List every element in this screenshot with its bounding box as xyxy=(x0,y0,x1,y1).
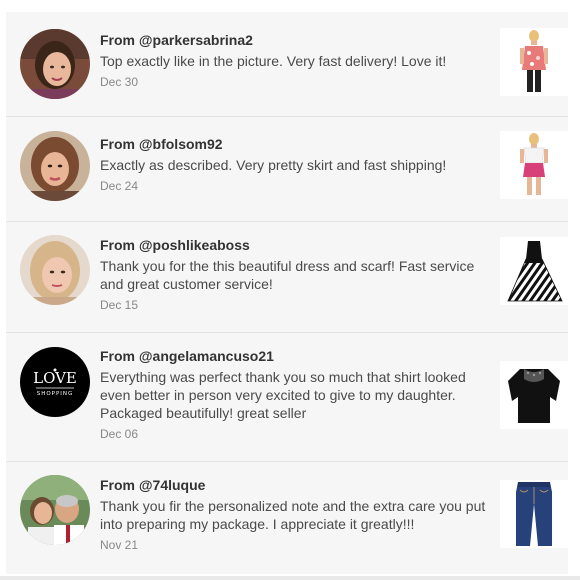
review-date: Nov 21 xyxy=(100,538,139,552)
review-date: Dec 30 xyxy=(100,75,139,89)
review-card: From @74luque Thank you fir the personal… xyxy=(6,462,568,574)
review-username[interactable]: From @parkersabrina2 xyxy=(100,31,490,49)
logo-text-love: LOVE xyxy=(33,369,77,387)
bottom-border xyxy=(0,576,580,580)
review-card: From @bfolsom92 Exactly as described. Ve… xyxy=(6,117,568,221)
review-username[interactable]: From @74luque xyxy=(100,476,490,494)
black-lace-shirt-icon[interactable] xyxy=(500,361,568,429)
review-text: Top exactly like in the picture. Very fa… xyxy=(100,53,447,69)
avatar[interactable] xyxy=(20,29,90,99)
review-content: From @parkersabrina2 Top exactly like in… xyxy=(100,31,490,90)
review-text: Thank you for the this beautiful dress a… xyxy=(100,258,475,292)
review-content: From @74luque Thank you fir the personal… xyxy=(100,476,490,553)
review-username[interactable]: From @poshlikeaboss xyxy=(100,236,490,254)
review-text: Thank you fir the personalized note and … xyxy=(100,498,486,532)
avatar[interactable] xyxy=(20,131,90,201)
review-content: From @bfolsom92 Exactly as described. Ve… xyxy=(100,135,490,194)
review-username[interactable]: From @angelamancuso21 xyxy=(100,347,490,365)
review-card: LOVE SHOPPING From @angelamancuso21 Ever… xyxy=(6,333,568,461)
striped-dress-icon[interactable] xyxy=(500,237,568,305)
avatar[interactable] xyxy=(20,475,90,545)
review-date: Dec 06 xyxy=(100,427,139,441)
review-card: From @parkersabrina2 Top exactly like in… xyxy=(6,12,568,116)
review-text: Exactly as described. Very pretty skirt … xyxy=(100,157,447,173)
floral-top-model-icon[interactable] xyxy=(500,28,568,96)
review-username[interactable]: From @bfolsom92 xyxy=(100,135,490,153)
review-date: Dec 15 xyxy=(100,298,139,312)
avatar[interactable]: LOVE SHOPPING xyxy=(20,347,90,417)
review-content: From @angelamancuso21 Everything was per… xyxy=(100,347,490,442)
avatar[interactable] xyxy=(20,235,90,305)
review-date: Dec 24 xyxy=(100,179,139,193)
review-feed: From @parkersabrina2 Top exactly like in… xyxy=(0,0,580,580)
pink-skirt-model-icon[interactable] xyxy=(500,131,568,199)
jeans-icon[interactable] xyxy=(500,480,568,548)
review-card: From @poshlikeaboss Thank you for the th… xyxy=(6,222,568,332)
review-text: Everything was perfect thank you so much… xyxy=(100,369,466,421)
logo-text-shopping: SHOPPING xyxy=(37,391,74,397)
review-content: From @poshlikeaboss Thank you for the th… xyxy=(100,236,490,313)
